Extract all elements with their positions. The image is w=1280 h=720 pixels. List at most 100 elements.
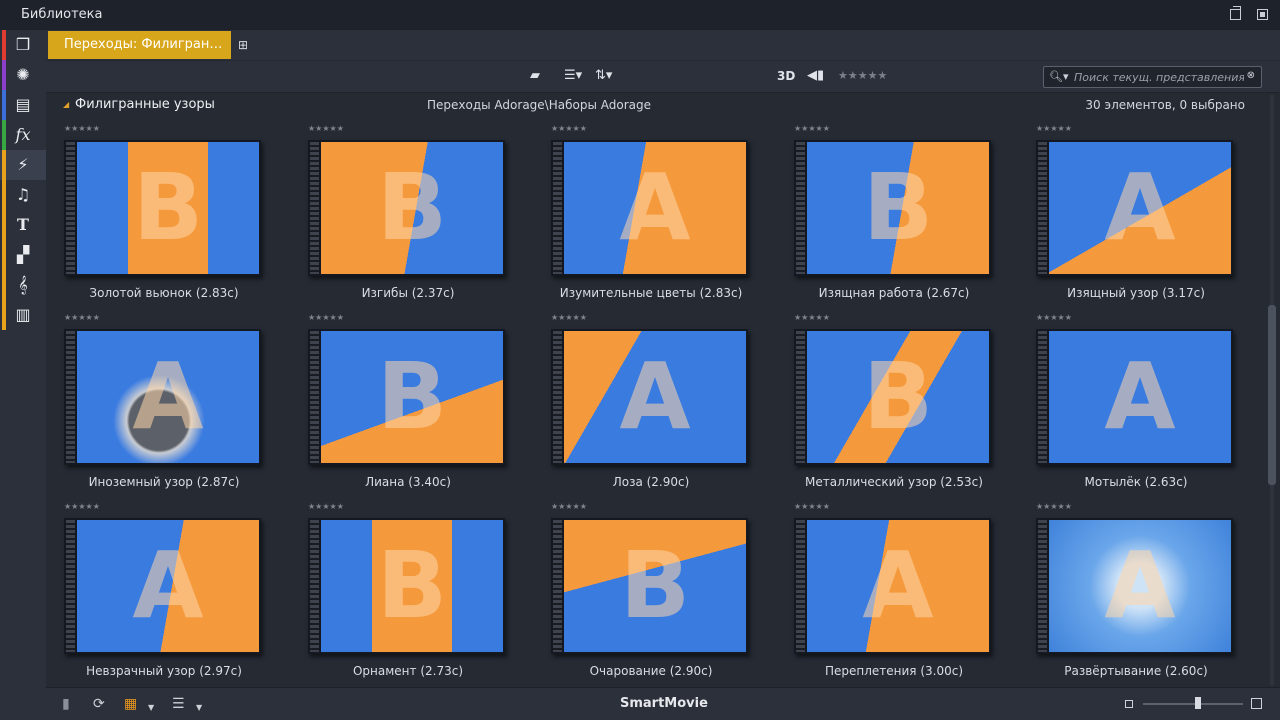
transition-thumbnail[interactable]: A	[1036, 518, 1233, 654]
smartmovie-button[interactable]: SmartMovie	[620, 696, 708, 711]
transition-item[interactable]: ★★★★★ A Иноземный узор (2.87с)	[64, 313, 264, 493]
collapse-triangle-icon[interactable]: ◢	[63, 100, 69, 109]
transition-thumbnail[interactable]: A	[551, 140, 748, 276]
folder-icon[interactable]: ▰	[530, 68, 540, 84]
preview-image: A	[77, 520, 259, 652]
sidebar-item-disc-menu[interactable]: ▥	[0, 300, 46, 330]
preview-image: B	[564, 520, 746, 652]
three-d-filter-button[interactable]: 3D	[777, 68, 795, 84]
item-rating-stars[interactable]: ★★★★★	[308, 124, 344, 133]
sidebar-item-transition-bolt[interactable]: ⚡	[0, 150, 46, 180]
transition-item[interactable]: ★★★★★ A Изящный узор (3.17с)	[1036, 124, 1236, 304]
transition-item[interactable]: ★★★★★ A Изумительные цветы (2.83с)	[551, 124, 751, 304]
preview-image: A	[807, 520, 989, 652]
transition-thumbnail[interactable]: A	[794, 518, 991, 654]
transition-thumbnail[interactable]: A	[551, 329, 748, 465]
item-rating-stars[interactable]: ★★★★★	[551, 313, 587, 322]
search-input[interactable]	[1074, 69, 1244, 85]
item-rating-stars[interactable]: ★★★★★	[1036, 124, 1072, 133]
transition-label: Лоза (2.90с)	[612, 475, 690, 489]
transition-item[interactable]: ★★★★★ B Лиана (3.40с)	[308, 313, 508, 493]
restore-window-icon[interactable]	[1257, 9, 1268, 20]
transition-item[interactable]: ★★★★★ A Развёртывание (2.60с)	[1036, 502, 1236, 682]
item-rating-stars[interactable]: ★★★★★	[308, 502, 344, 511]
item-rating-stars[interactable]: ★★★★★	[64, 124, 100, 133]
transition-item[interactable]: ★★★★★ A Невзрачный узор (2.97с)	[64, 502, 264, 682]
rating-filter-stars[interactable]: ★★★★★	[838, 68, 887, 84]
sidebar-item-music-note[interactable]: ♫	[0, 180, 46, 210]
item-rating-stars[interactable]: ★★★★★	[308, 313, 344, 322]
transition-item[interactable]: ★★★★★ B Орнамент (2.73с)	[308, 502, 508, 682]
transition-thumbnail[interactable]: B	[308, 518, 505, 654]
list-view-icon[interactable]: ☰	[172, 696, 185, 712]
transition-item[interactable]: ★★★★★ B Золотой вьюнок (2.83с)	[64, 124, 264, 304]
scrollbar-thumb[interactable]	[1268, 305, 1276, 485]
transition-item[interactable]: ★★★★★ B Изгибы (2.37с)	[308, 124, 508, 304]
sidebar-item-film-reel[interactable]: ✺	[0, 60, 46, 90]
transition-label: Переплетения (3.00с)	[824, 664, 964, 678]
sidebar-item-sound-effect[interactable]: 𝄞	[0, 270, 46, 300]
vertical-scrollbar[interactable]	[1266, 95, 1278, 685]
preview-image: A	[1049, 331, 1231, 463]
item-rating-stars[interactable]: ★★★★★	[64, 502, 100, 511]
sort-icon[interactable]: ⇅▾	[595, 68, 612, 84]
transition-item[interactable]: ★★★★★ A Мотылёк (2.63с)	[1036, 313, 1236, 493]
zoom-slider-track[interactable]	[1143, 703, 1243, 705]
library-box-icon: ❒	[15, 35, 31, 54]
transition-thumbnail[interactable]: B	[308, 329, 505, 465]
transition-label: Изгибы (2.37с)	[361, 286, 455, 300]
sidebar-item-title-text[interactable]: T	[0, 210, 46, 240]
transition-item[interactable]: ★★★★★ B Очарование (2.90с)	[551, 502, 751, 682]
preview-letter: A	[132, 532, 204, 639]
item-rating-stars[interactable]: ★★★★★	[64, 313, 100, 322]
clear-search-icon[interactable]: ⊗	[1247, 70, 1255, 81]
list-view-icon[interactable]: ☰▾	[564, 68, 582, 84]
transition-thumbnail[interactable]: B	[308, 140, 505, 276]
item-rating-stars[interactable]: ★★★★★	[551, 502, 587, 511]
detach-window-icon[interactable]	[1230, 6, 1241, 20]
folder-title: Филигранные узоры	[75, 97, 215, 112]
list-view-dropdown-icon[interactable]: ▼	[196, 700, 202, 716]
preview-image: B	[807, 142, 989, 274]
film-reel-icon: ✺	[16, 65, 30, 84]
search-box: 🔍︎▾ ⊗	[1043, 66, 1262, 88]
sidebar-item-library-box[interactable]: ❒	[0, 30, 46, 60]
tag-icon[interactable]: ◀▮	[807, 68, 824, 84]
transition-thumbnail[interactable]: A	[64, 329, 261, 465]
transition-item[interactable]: ★★★★★ B Металлический узор (2.53с)	[794, 313, 994, 493]
item-rating-stars[interactable]: ★★★★★	[794, 313, 830, 322]
transition-thumbnail[interactable]: A	[64, 518, 261, 654]
item-rating-stars[interactable]: ★★★★★	[794, 502, 830, 511]
item-rating-stars[interactable]: ★★★★★	[1036, 313, 1072, 322]
item-rating-stars[interactable]: ★★★★★	[551, 124, 587, 133]
transition-item[interactable]: ★★★★★ A Лоза (2.90с)	[551, 313, 751, 493]
transition-thumbnail[interactable]: B	[794, 140, 991, 276]
item-rating-stars[interactable]: ★★★★★	[794, 124, 830, 133]
transition-thumbnail[interactable]: B	[551, 518, 748, 654]
zoom-slider-thumb[interactable]	[1195, 697, 1201, 709]
sidebar-item-photos[interactable]: ▤	[0, 90, 46, 120]
sync-icon[interactable]: ⟳	[93, 696, 105, 712]
sidebar-color-bar	[2, 120, 6, 150]
zoom-large-icon[interactable]	[1251, 698, 1262, 709]
transition-label: Металлический узор (2.53с)	[805, 475, 983, 489]
preview-letter: A	[619, 154, 691, 261]
trash-icon[interactable]: ▮	[62, 696, 70, 712]
transition-item[interactable]: ★★★★★ B Изящная работа (2.67с)	[794, 124, 994, 304]
transition-thumbnail[interactable]: B	[64, 140, 261, 276]
search-icon[interactable]: 🔍︎▾	[1049, 70, 1069, 83]
zoom-small-icon[interactable]	[1125, 700, 1133, 708]
grid-view-icon[interactable]: ▦	[124, 696, 137, 712]
transition-item[interactable]: ★★★★★ A Переплетения (3.00с)	[794, 502, 994, 682]
sidebar-item-fx[interactable]: fx	[0, 120, 46, 150]
transition-thumbnail[interactable]: A	[1036, 329, 1233, 465]
preview-letter: B	[862, 343, 934, 450]
pin-tab-icon[interactable]: ⊞	[238, 38, 248, 52]
tab-transitions-filigree[interactable]: Переходы: Филигран…	[48, 31, 231, 59]
item-rating-stars[interactable]: ★★★★★	[1036, 502, 1072, 511]
transition-thumbnail[interactable]: A	[1036, 140, 1233, 276]
transition-thumbnail[interactable]: B	[794, 329, 991, 465]
grid-view-dropdown-icon[interactable]: ▼	[148, 700, 154, 716]
preview-letter: A	[862, 532, 934, 639]
sidebar-item-montage[interactable]: ▞	[0, 240, 46, 270]
